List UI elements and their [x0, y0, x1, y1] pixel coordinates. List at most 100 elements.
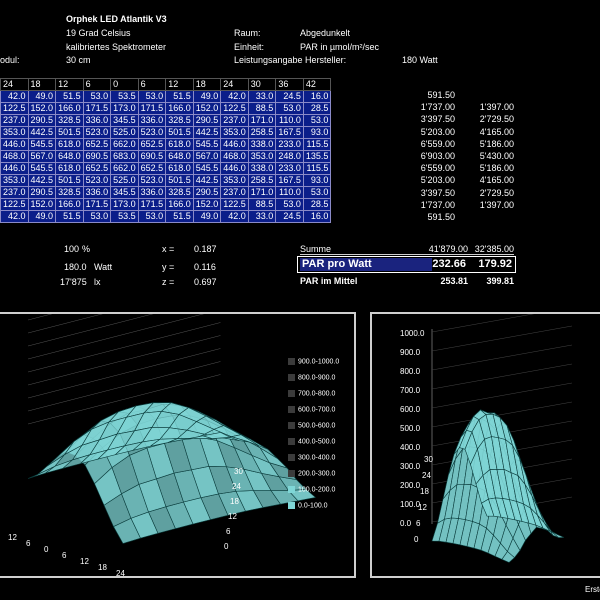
- grid-cell: 237.0: [0, 186, 29, 199]
- grid-cell: 290.5: [27, 114, 57, 127]
- chart-right-panel: 1000.0 900.0 800.0 700.0 600.0 500.0 400.0 300.…: [370, 312, 600, 578]
- grid-cell: 523.0: [137, 174, 167, 187]
- grid-cell: 501.5: [55, 174, 84, 187]
- lux-unit: lx: [94, 277, 101, 287]
- par-per-watt-2: 179.92: [478, 258, 512, 270]
- grid-cell: 53.0: [82, 90, 112, 103]
- row-sum-2: 1'397.00: [479, 102, 514, 113]
- grid-line: [431, 382, 573, 409]
- row-sum-2: 1'397.00: [479, 199, 514, 210]
- z-tick-label: 600.0: [400, 405, 421, 414]
- y-tick-label: 30: [234, 467, 243, 476]
- grid-cell: 171.5: [137, 198, 167, 211]
- grid-cell: 42.0: [220, 90, 249, 103]
- row-sum: 591.50: [427, 90, 455, 100]
- z-tick-label: 200.0: [400, 481, 421, 490]
- row-sum-2: 5'186.00: [479, 138, 514, 149]
- grid-line: [27, 335, 221, 386]
- grid-cell: 152.0: [192, 198, 222, 211]
- grid-cell: 525.0: [110, 174, 139, 187]
- legend-label: 600.0-700.0: [298, 406, 336, 414]
- grid-column-header: 36: [275, 78, 304, 91]
- grid-cell: 122.5: [0, 198, 29, 211]
- x-tick-label: 0: [44, 545, 49, 554]
- grid-cell: 353.0: [220, 174, 249, 187]
- grid-cell: 328.5: [55, 114, 84, 127]
- y-tick-label: 18: [420, 487, 429, 496]
- grid-cell: 652.5: [137, 162, 167, 175]
- summe-2: 32'385.00: [474, 244, 514, 254]
- grid-cell: 110.0: [275, 186, 304, 199]
- legend-label: 500.0-600.0: [298, 422, 336, 430]
- grid-column-header: 42: [302, 78, 332, 91]
- grid-cell: 171.0: [247, 186, 277, 199]
- grid-cell: 501.5: [55, 126, 84, 139]
- footer-label: Erste: [585, 585, 600, 594]
- grid-cell: 652.5: [137, 138, 167, 151]
- grid-cell: 525.0: [110, 126, 139, 139]
- modul-label: odul:: [0, 55, 20, 65]
- grid-column-header: 6: [82, 78, 112, 91]
- z-label: z =: [162, 277, 175, 287]
- grid-cell: 93.0: [302, 126, 332, 139]
- grid-row: 446.0 545.5 618.0 652.5 662.0 652.5 618.0 545.5…: [0, 162, 332, 175]
- grid-cell: 53.0: [302, 114, 332, 127]
- grid-line: [27, 348, 221, 399]
- grid-column-header: 12: [165, 78, 194, 91]
- grid-row: 353.0 442.5 501.5 523.0 525.0 523.0 501.5 442.5…: [0, 126, 332, 139]
- x-tick-label: 30: [134, 575, 143, 576]
- grid-cell: 53.5: [110, 210, 139, 223]
- row-sum: 1'737.00: [420, 199, 455, 210]
- grid-cell: 648.0: [165, 150, 194, 163]
- grid-line: [27, 361, 221, 412]
- legend-label: 400.0-500.0: [298, 438, 336, 446]
- legend-item: 500.0-600.0: [288, 422, 335, 429]
- grid-cell: 171.5: [82, 198, 112, 211]
- grid-cell: 567.0: [27, 150, 57, 163]
- grid-cell: 237.0: [220, 114, 249, 127]
- legend-label: 800.0-900.0: [298, 374, 336, 382]
- grid-line: [431, 344, 573, 371]
- grid-cell: 171.5: [137, 102, 167, 115]
- grid-cell: 53.0: [137, 210, 167, 223]
- par-mittel-1: 253.81: [440, 276, 468, 286]
- grid-cell: 442.5: [27, 174, 57, 187]
- row-sum-2: 2'729.50: [479, 114, 514, 125]
- grid-cell: 51.5: [55, 210, 84, 223]
- legend-swatch: [288, 454, 295, 461]
- summe-1: 41'879.00: [428, 244, 468, 254]
- row-sum: 6'559.00: [420, 138, 455, 149]
- grid-cell: 173.0: [110, 198, 139, 211]
- row-sum: 6'559.00: [420, 163, 455, 174]
- z-tick-label: 1000.0: [400, 329, 425, 338]
- legend-item: 100.0-200.0: [288, 486, 335, 493]
- grid-cell: 690.5: [137, 150, 167, 163]
- grid-cell: 442.5: [192, 174, 222, 187]
- legend-swatch: [288, 390, 295, 397]
- grid-cell: 648.0: [55, 150, 84, 163]
- spectrometer: kalibriertes Spektrometer: [66, 42, 167, 52]
- grid-cell: 166.0: [55, 102, 84, 115]
- grid-header-row: 24 18 12 6 0 6 12 18 24 30 36 42: [0, 78, 332, 91]
- grid-cell: 545.5: [192, 138, 222, 151]
- grid-cell: 115.5: [302, 138, 332, 151]
- grid-cell: 690.5: [82, 150, 112, 163]
- grid-cell: 49.0: [192, 90, 222, 103]
- row-sum-2: 4'165.00: [479, 175, 514, 186]
- grid-cell: 122.5: [220, 198, 249, 211]
- grid-cell: 338.0: [247, 162, 277, 175]
- grid-cell: 290.5: [192, 114, 222, 127]
- grid-cell: 53.5: [110, 90, 139, 103]
- grid-cell: 353.0: [0, 126, 29, 139]
- legend-label: 900.0-1000.0: [298, 358, 340, 366]
- measurement-grid: 24 18 12 6 0 6 12 18 24 30 36 42 42.0 49.0 51.5 53.0 53.…: [0, 78, 332, 223]
- grid-cell: 167.5: [275, 174, 304, 187]
- grid-cell: 122.5: [0, 102, 29, 115]
- grid-line: [431, 314, 535, 333]
- grid-cell: 662.0: [110, 138, 139, 151]
- einheit-value: PAR in µmol/m²/sec: [300, 42, 380, 52]
- row-sum-2: 2'729.50: [479, 187, 514, 198]
- grid-cell: 42.0: [0, 210, 29, 223]
- grid-cell: 93.0: [302, 174, 332, 187]
- grid-line: [431, 363, 573, 390]
